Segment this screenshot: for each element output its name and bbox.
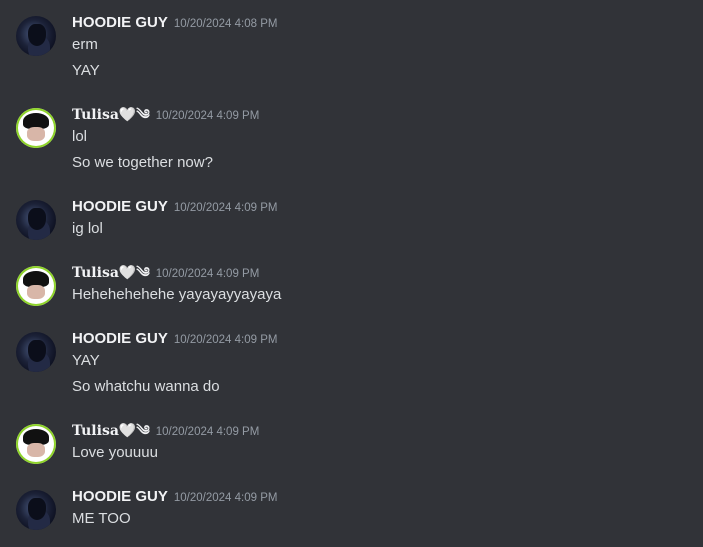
message-header: Tulisa🤍༄ 10/20/2024 4:09 PM <box>72 104 703 126</box>
message-text: So we together now? <box>72 154 213 171</box>
message-group: Tulisa🤍༄ 10/20/2024 4:09 PM lol So we toget… <box>0 104 703 174</box>
author-name[interactable]: HOODIE GUY <box>72 198 168 215</box>
timestamp: 10/20/2024 4:08 PM <box>173 18 278 30</box>
avatar[interactable] <box>16 16 56 56</box>
message-header: HOODIE GUY 10/20/2024 4:09 PM <box>72 328 703 350</box>
message-group: HOODIE GUY 10/20/2024 4:09 PM ME TOO <box>0 486 703 530</box>
author-name[interactable]: Tulisa🤍༄ <box>72 265 150 281</box>
author-name[interactable]: HOODIE GUY <box>72 14 168 31</box>
message-text: Love youuuu <box>72 444 158 461</box>
message-group: HOODIE GUY 10/20/2024 4:09 PM ig lol <box>0 196 703 240</box>
timestamp: 10/20/2024 4:09 PM <box>173 334 278 346</box>
timestamp: 10/20/2024 4:09 PM <box>155 110 260 122</box>
message-text: ME TOO <box>72 510 131 527</box>
author-name[interactable]: Tulisa🤍༄ <box>72 107 150 123</box>
message-header: HOODIE GUY 10/20/2024 4:08 PM <box>72 12 703 34</box>
avatar[interactable] <box>16 200 56 240</box>
message-header: Tulisa🤍༄ 10/20/2024 4:09 PM <box>72 420 703 442</box>
timestamp: 10/20/2024 4:09 PM <box>155 426 260 438</box>
avatar[interactable] <box>16 108 56 148</box>
avatar[interactable] <box>16 266 56 306</box>
message-group: HOODIE GUY 10/20/2024 4:09 PM YAY So whatch… <box>0 328 703 398</box>
avatar[interactable] <box>16 424 56 464</box>
timestamp: 10/20/2024 4:09 PM <box>173 492 278 504</box>
message-text: YAY <box>72 352 100 369</box>
message-group: HOODIE GUY 10/20/2024 4:08 PM erm YAY <box>0 12 703 82</box>
message-text: YAY <box>72 62 100 79</box>
chat-message-list: HOODIE GUY 10/20/2024 4:08 PM erm YAY Tulisa… <box>0 0 703 530</box>
message-header: Tulisa🤍༄ 10/20/2024 4:09 PM <box>72 262 703 284</box>
message-text: lol <box>72 128 88 145</box>
author-name[interactable]: HOODIE GUY <box>72 488 168 505</box>
message-group: Tulisa🤍༄ 10/20/2024 4:09 PM Hehehehehehe y… <box>0 262 703 306</box>
timestamp: 10/20/2024 4:09 PM <box>155 268 260 280</box>
message-header: HOODIE GUY 10/20/2024 4:09 PM <box>72 486 703 508</box>
message-header: HOODIE GUY 10/20/2024 4:09 PM <box>72 196 703 218</box>
message-text: Hehehehehehe yayayayyayaya <box>72 286 282 303</box>
message-text: erm <box>72 36 98 53</box>
avatar[interactable] <box>16 490 56 530</box>
avatar[interactable] <box>16 332 56 372</box>
timestamp: 10/20/2024 4:09 PM <box>173 202 278 214</box>
message-text: So whatchu wanna do <box>72 378 220 395</box>
author-name[interactable]: Tulisa🤍༄ <box>72 423 150 439</box>
author-name[interactable]: HOODIE GUY <box>72 330 168 347</box>
message-text: ig lol <box>72 220 103 237</box>
message-group: Tulisa🤍༄ 10/20/2024 4:09 PM Love youuuu <box>0 420 703 464</box>
